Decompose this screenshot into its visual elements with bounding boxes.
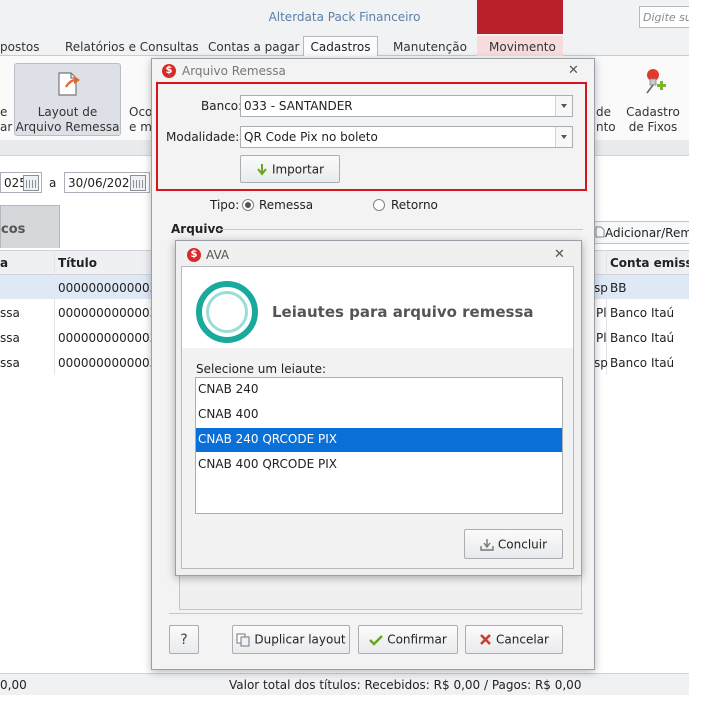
app-logo-icon: $ bbox=[162, 64, 176, 78]
app-logo-icon: $ bbox=[187, 248, 201, 262]
duplicar-layout-button[interactable]: Duplicar layout bbox=[232, 625, 350, 654]
arrow-down-icon bbox=[257, 164, 267, 176]
adicionar-remover-label: Adicionar/Remo bbox=[605, 226, 700, 240]
radio-retorno[interactable] bbox=[373, 199, 385, 211]
cancelar-button[interactable]: Cancelar bbox=[465, 625, 563, 654]
tab-movimento[interactable]: Movimento bbox=[489, 40, 556, 54]
concluir-button[interactable]: Concluir bbox=[464, 529, 563, 559]
tab-cadastros[interactable]: Cadastros bbox=[303, 36, 378, 57]
importar-button[interactable]: Importar bbox=[240, 155, 340, 183]
radio-retorno-label[interactable]: Retorno bbox=[391, 198, 438, 212]
ava-title: AVA bbox=[206, 248, 230, 262]
app-title: Alterdata Pack Financeiro bbox=[268, 10, 421, 24]
modalidade-label: Modalidade: bbox=[166, 130, 240, 144]
table-cell: ssa bbox=[0, 356, 20, 370]
search-input[interactable]: Digite sua bbox=[639, 6, 694, 28]
help-button[interactable]: ? bbox=[169, 625, 199, 654]
grid-header-col1[interactable]: a bbox=[0, 256, 8, 270]
calendar-icon[interactable] bbox=[130, 175, 146, 191]
chevron-down-icon[interactable] bbox=[555, 127, 572, 147]
tab-manutencao[interactable]: Manutenção bbox=[393, 40, 467, 54]
chevron-down-icon[interactable] bbox=[555, 96, 572, 116]
cadastro-fixos-button[interactable]: Cadastro de Fixos bbox=[624, 105, 682, 135]
table-cell-conta: Banco Itaú bbox=[610, 331, 675, 345]
tab-relatorios[interactable]: Relatórios e Consultas bbox=[65, 40, 199, 54]
close-icon[interactable]: ✕ bbox=[568, 63, 579, 78]
checkmark-icon bbox=[369, 634, 384, 646]
cross-icon bbox=[480, 634, 491, 645]
table-cell: sp bbox=[594, 281, 608, 295]
ribbon-ocorrencias-label[interactable]: Oco e m bbox=[129, 105, 153, 135]
table-cell: ssa bbox=[0, 331, 20, 345]
close-icon[interactable]: ✕ bbox=[554, 247, 565, 262]
date-separator: a bbox=[49, 176, 57, 190]
confirmar-button[interactable]: Confirmar bbox=[358, 625, 458, 654]
table-cell: sp bbox=[594, 356, 608, 370]
grid-tab[interactable]: cos bbox=[0, 205, 60, 248]
layout-arquivo-remessa-label: Layout de Arquivo Remessa bbox=[15, 105, 120, 134]
radio-remessa-label[interactable]: Remessa bbox=[259, 198, 313, 212]
ava-heading: Leiautes para arquivo remessa bbox=[272, 303, 534, 321]
document-icon bbox=[595, 226, 605, 238]
tipo-label: Tipo: bbox=[210, 198, 240, 212]
modalidade-select[interactable]: QR Code Pix no boleto bbox=[240, 126, 573, 148]
pushpin-add-icon bbox=[646, 69, 666, 94]
status-left-value: 0,00 bbox=[0, 678, 27, 692]
table-cell: ssa bbox=[0, 306, 20, 320]
list-item[interactable]: CNAB 400 bbox=[196, 403, 562, 427]
ribbon-partial-right-label[interactable]: de nto bbox=[596, 105, 616, 135]
copy-icon bbox=[236, 633, 250, 646]
calendar-icon[interactable] bbox=[23, 175, 39, 191]
banco-label: Banco: bbox=[201, 99, 243, 113]
dialog-title: Arquivo Remessa bbox=[182, 64, 286, 78]
tab-contas-pagar[interactable]: Contas a pagar bbox=[208, 40, 300, 54]
table-cell-conta: Banco Itaú bbox=[610, 356, 675, 370]
select-leiaute-label: Selecione um leiaute: bbox=[196, 362, 327, 376]
radio-remessa[interactable] bbox=[242, 199, 254, 211]
arquivo-group-label: Arquivo bbox=[171, 222, 224, 236]
table-cell: Pl bbox=[596, 306, 607, 320]
ribbon-partial-label: e ar bbox=[0, 105, 13, 134]
ava-logo-icon bbox=[196, 281, 258, 343]
grid-header-conta-emissao[interactable]: Conta emissão bbox=[610, 256, 689, 270]
list-item[interactable]: CNAB 240 bbox=[196, 378, 562, 402]
download-tray-icon bbox=[480, 539, 494, 551]
document-export-icon bbox=[58, 72, 80, 96]
list-item-selected[interactable]: CNAB 240 QRCODE PIX bbox=[196, 428, 562, 452]
banco-select[interactable]: 033 - SANTANDER bbox=[240, 95, 573, 117]
grid-header-titulo[interactable]: Título bbox=[58, 256, 97, 270]
tab-impostos[interactable]: postos bbox=[0, 40, 40, 54]
status-total: Valor total dos títulos: Recebidos: R$ 0… bbox=[229, 678, 582, 692]
list-item[interactable]: CNAB 400 QRCODE PIX bbox=[196, 453, 562, 477]
table-cell-conta: Banco Itaú bbox=[610, 306, 675, 320]
table-cell-conta: BB bbox=[610, 281, 627, 295]
table-cell: Pl bbox=[596, 331, 607, 345]
